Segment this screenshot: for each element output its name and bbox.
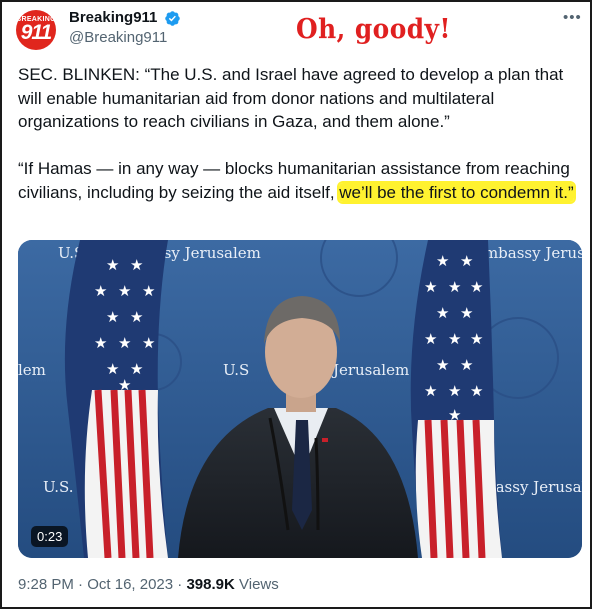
backdrop-text: Embassy Jerus bbox=[473, 244, 582, 262]
svg-text:★: ★ bbox=[436, 356, 449, 374]
tweet-paragraph-1: SEC. BLINKEN: “The U.S. and Israel have … bbox=[18, 65, 564, 131]
tweet-card: BREAKING 911 Breaking911 @Breaking911 ••… bbox=[0, 0, 592, 609]
backdrop-text: bassy Jerusale bbox=[486, 478, 582, 496]
separator: · bbox=[173, 576, 187, 593]
svg-text:★: ★ bbox=[130, 308, 143, 326]
svg-text:★: ★ bbox=[130, 256, 143, 274]
backdrop-text: lem bbox=[18, 361, 46, 379]
svg-text:★: ★ bbox=[470, 382, 483, 400]
avatar[interactable]: BREAKING 911 bbox=[16, 10, 56, 50]
svg-text:★: ★ bbox=[142, 282, 155, 300]
svg-text:★: ★ bbox=[460, 356, 473, 374]
video-player[interactable]: U.S. E ssy Jerusalem Embassy Jerus lem U… bbox=[18, 240, 582, 558]
handwritten-annotation: Oh, goody! bbox=[296, 14, 451, 45]
tweet-footer: 9:28 PM · Oct 16, 2023 · 398.9K Views bbox=[18, 576, 279, 593]
backdrop-text: U.S bbox=[223, 361, 249, 379]
separator: · bbox=[73, 576, 88, 593]
svg-text:★: ★ bbox=[470, 330, 483, 348]
svg-text:★: ★ bbox=[436, 304, 449, 322]
video-duration: 0:23 bbox=[31, 526, 69, 547]
svg-text:★: ★ bbox=[106, 256, 119, 274]
tweet-paragraph-2: “If Hamas — in any way — blocks humanita… bbox=[18, 157, 578, 204]
views-label: Views bbox=[234, 576, 279, 593]
svg-text:★: ★ bbox=[448, 278, 461, 296]
svg-text:★: ★ bbox=[130, 360, 143, 378]
svg-text:★: ★ bbox=[424, 278, 437, 296]
video-frame: U.S. E ssy Jerusalem Embassy Jerus lem U… bbox=[18, 240, 582, 558]
left-flag: ★ ★ ★ ★ ★ ★ ★ ★ ★ ★ ★ ★ ★ bbox=[64, 240, 168, 558]
svg-text:★: ★ bbox=[118, 334, 131, 352]
verified-badge-icon bbox=[165, 11, 180, 26]
svg-text:★: ★ bbox=[94, 282, 107, 300]
svg-text:★: ★ bbox=[448, 330, 461, 348]
svg-text:★: ★ bbox=[142, 334, 155, 352]
svg-text:★: ★ bbox=[460, 304, 473, 322]
right-flag: ★ ★ ★ ★ ★ ★ ★ ★ ★ ★ ★ ★ ★ ★ ★ ★ bbox=[410, 240, 502, 558]
avatar-number: 911 bbox=[20, 21, 52, 44]
svg-text:★: ★ bbox=[94, 334, 107, 352]
svg-text:★: ★ bbox=[118, 376, 131, 394]
highlighted-quote: we’ll be the first to condemn it.” bbox=[339, 182, 574, 202]
tweet-date[interactable]: Oct 16, 2023 bbox=[87, 576, 173, 593]
svg-text:★: ★ bbox=[436, 252, 449, 270]
tweet-time[interactable]: 9:28 PM bbox=[18, 576, 74, 593]
svg-text:★: ★ bbox=[424, 330, 437, 348]
display-name[interactable]: Breaking911 bbox=[69, 9, 157, 26]
more-options-icon[interactable]: ••• bbox=[563, 9, 582, 26]
backdrop-text: U.S. bbox=[43, 478, 74, 496]
svg-text:★: ★ bbox=[424, 382, 437, 400]
handle[interactable]: @Breaking911 bbox=[69, 29, 167, 46]
svg-text:★: ★ bbox=[448, 382, 461, 400]
svg-text:★: ★ bbox=[460, 252, 473, 270]
svg-text:★: ★ bbox=[106, 308, 119, 326]
svg-text:★: ★ bbox=[118, 282, 131, 300]
backdrop-text: ssy Jerusalem bbox=[156, 244, 261, 262]
views-count: 398.9K bbox=[186, 576, 235, 593]
svg-text:★: ★ bbox=[470, 278, 483, 296]
svg-text:★: ★ bbox=[448, 406, 461, 424]
